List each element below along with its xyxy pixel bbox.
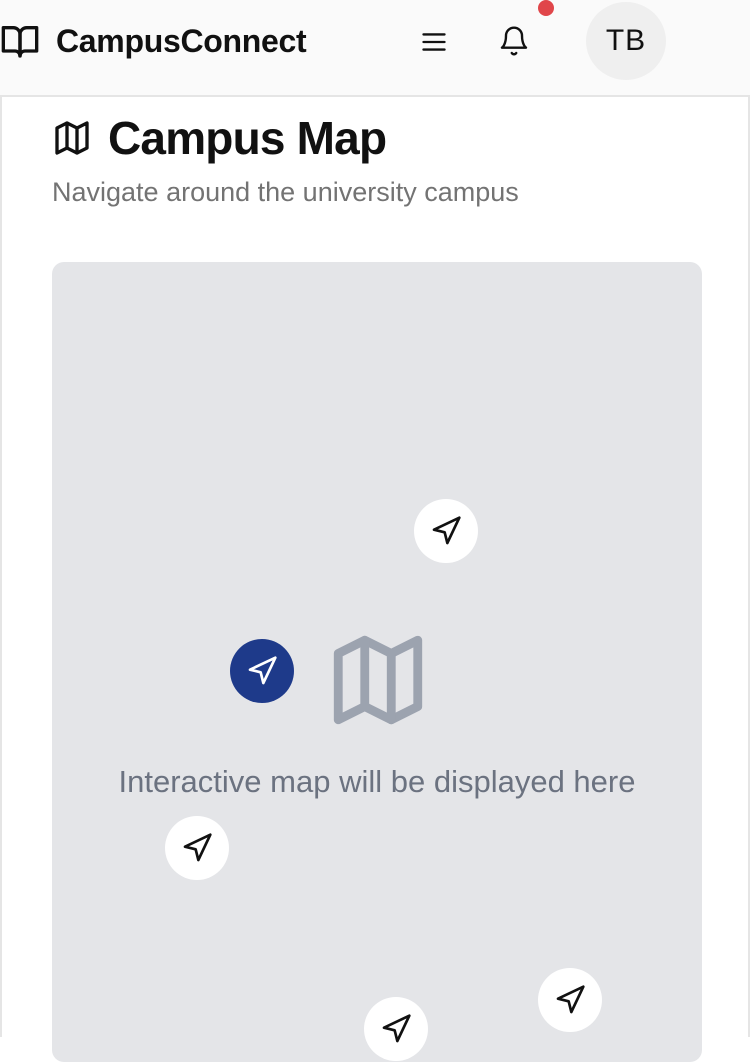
- map-placeholder-text: Interactive map will be displayed here: [118, 764, 636, 799]
- avatar[interactable]: TB: [586, 2, 666, 80]
- map-icon: [55, 121, 89, 155]
- page-subtitle: Navigate around the university campus: [52, 177, 519, 207]
- map-marker[interactable]: [364, 997, 428, 1061]
- map-icon: [333, 635, 423, 725]
- open-book-icon: [1, 26, 39, 58]
- map-marker[interactable]: [414, 499, 478, 563]
- brand-name: CampusConnect: [56, 22, 307, 59]
- top-bar: CampusConnect TB: [0, 0, 750, 97]
- map-marker-active[interactable]: [230, 639, 294, 703]
- campus-map-card: Campus Map Navigate around the universit…: [0, 97, 750, 1062]
- map-marker[interactable]: [165, 816, 229, 880]
- menu-button[interactable]: [414, 22, 454, 62]
- navigation-arrow-icon: [183, 833, 212, 862]
- navigation-arrow-icon: [248, 656, 277, 685]
- page-title: Campus Map: [108, 112, 387, 164]
- navigation-arrow-icon: [432, 516, 461, 545]
- notifications-button[interactable]: [494, 20, 534, 62]
- title-row: Campus Map: [52, 111, 387, 165]
- avatar-initials: TB: [605, 24, 647, 57]
- brand[interactable]: CampusConnect: [0, 0, 307, 82]
- map-marker[interactable]: [538, 968, 602, 1032]
- navigation-arrow-icon: [382, 1014, 411, 1043]
- bell-icon: [500, 26, 528, 56]
- map-canvas[interactable]: Interactive map will be displayed here: [52, 262, 702, 1062]
- navigation-arrow-icon: [556, 985, 585, 1014]
- notification-badge: [538, 0, 554, 16]
- hamburger-menu-icon: [422, 33, 446, 51]
